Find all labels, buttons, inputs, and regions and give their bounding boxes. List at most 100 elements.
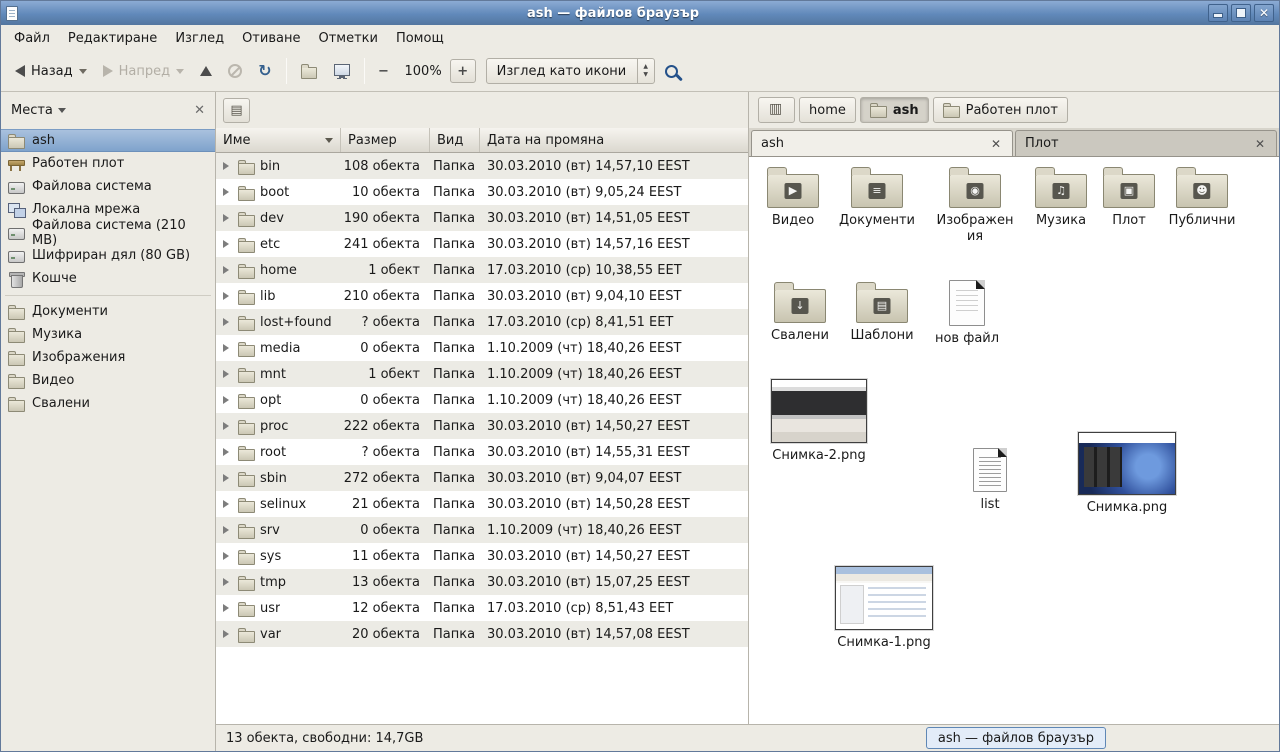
column-header-name[interactable]: Име: [216, 128, 341, 152]
minimize-button[interactable]: [1208, 4, 1228, 22]
table-row[interactable]: usr 12 обекта Папка 17.03.2010 (ср) 8,51…: [216, 595, 748, 621]
icon-view-item[interactable]: нов файл: [925, 280, 1009, 347]
icon-view[interactable]: Видео Документи Изображения: [749, 157, 1279, 724]
icon-view-item[interactable]: list: [948, 448, 1032, 513]
table-row[interactable]: bin 108 обекта Папка 30.03.2010 (вт) 14,…: [216, 153, 748, 179]
place-item[interactable]: Файлова система (210 MB): [1, 221, 215, 244]
place-item[interactable]: Файлова система: [1, 175, 215, 198]
icon-view-item[interactable]: Изображения: [933, 165, 1017, 246]
reload-button[interactable]: ↻: [250, 58, 279, 84]
place-item[interactable]: Музика: [1, 323, 215, 346]
tab-close-button[interactable]: [1253, 137, 1267, 151]
place-item[interactable]: Изображения: [1, 346, 215, 369]
place-item[interactable]: [1, 290, 215, 300]
table-row[interactable]: tmp 13 обекта Папка 30.03.2010 (вт) 15,0…: [216, 569, 748, 595]
close-button[interactable]: [1254, 4, 1274, 22]
column-header-type[interactable]: Вид: [430, 128, 480, 152]
sort-indicator-icon[interactable]: [325, 138, 333, 147]
expander-icon[interactable]: [223, 578, 233, 586]
expander-icon[interactable]: [223, 448, 233, 456]
expander-icon[interactable]: [223, 500, 233, 508]
table-row[interactable]: dev 190 обекта Папка 30.03.2010 (вт) 14,…: [216, 205, 748, 231]
icon-view-item[interactable]: Видео: [751, 165, 835, 229]
table-row[interactable]: media 0 обекта Папка 1.10.2009 (чт) 18,4…: [216, 335, 748, 361]
expander-icon[interactable]: [223, 318, 233, 326]
path-button[interactable]: Работен плот: [933, 97, 1068, 123]
path-button[interactable]: home: [799, 97, 856, 123]
table-row[interactable]: root ? обекта Папка 30.03.2010 (вт) 14,5…: [216, 439, 748, 465]
icon-view-item[interactable]: Свалени: [758, 280, 842, 344]
expander-icon[interactable]: [223, 162, 233, 170]
table-row[interactable]: lost+found ? обекта Папка 17.03.2010 (ср…: [216, 309, 748, 335]
expander-icon[interactable]: [223, 422, 233, 430]
tab-close-button[interactable]: [989, 137, 1003, 151]
expander-icon[interactable]: [223, 396, 233, 404]
forward-button[interactable]: Напред: [95, 58, 192, 85]
icon-view-item[interactable]: Снимка-2.png: [769, 379, 869, 464]
table-row[interactable]: var 20 обекта Папка 30.03.2010 (вт) 14,5…: [216, 621, 748, 647]
view-mode-spinner-icon[interactable]: [637, 59, 654, 83]
tab[interactable]: Плот: [1015, 130, 1277, 156]
table-row[interactable]: sys 11 обекта Папка 30.03.2010 (вт) 14,5…: [216, 543, 748, 569]
table-row[interactable]: etc 241 обекта Папка 30.03.2010 (вт) 14,…: [216, 231, 748, 257]
path-button[interactable]: [758, 97, 795, 123]
table-row[interactable]: lib 210 обекта Папка 30.03.2010 (вт) 9,0…: [216, 283, 748, 309]
column-header-modified[interactable]: Дата на промяна: [480, 128, 748, 152]
menu-item[interactable]: Отметки: [309, 27, 386, 50]
expander-icon[interactable]: [223, 526, 233, 534]
expander-icon[interactable]: [223, 292, 233, 300]
place-item[interactable]: Документи: [1, 300, 215, 323]
menu-item[interactable]: Редактиране: [59, 27, 166, 50]
expander-icon[interactable]: [223, 370, 233, 378]
maximize-button[interactable]: [1231, 4, 1251, 22]
table-row[interactable]: srv 0 обекта Папка 1.10.2009 (чт) 18,40,…: [216, 517, 748, 543]
expander-icon[interactable]: [223, 266, 233, 274]
place-item[interactable]: Свалени: [1, 392, 215, 415]
expander-icon[interactable]: [223, 630, 233, 638]
table-row[interactable]: proc 222 обекта Папка 30.03.2010 (вт) 14…: [216, 413, 748, 439]
icon-view-item[interactable]: Снимка.png: [1077, 432, 1177, 516]
place-item[interactable]: Видео: [1, 369, 215, 392]
expander-icon[interactable]: [223, 188, 233, 196]
expander-icon[interactable]: [223, 344, 233, 352]
table-row[interactable]: selinux 21 обекта Папка 30.03.2010 (вт) …: [216, 491, 748, 517]
computer-button[interactable]: [325, 58, 358, 84]
place-item[interactable]: Кошче: [1, 267, 215, 290]
expander-icon[interactable]: [223, 474, 233, 482]
place-item[interactable]: ash: [1, 129, 215, 152]
expander-icon[interactable]: [223, 214, 233, 222]
expander-icon[interactable]: [223, 240, 233, 248]
places-dropdown-icon[interactable]: [58, 108, 66, 117]
table-row[interactable]: sbin 272 обекта Папка 30.03.2010 (вт) 9,…: [216, 465, 748, 491]
up-button[interactable]: [192, 60, 220, 82]
pane-toggle-button[interactable]: [223, 98, 250, 123]
search-button[interactable]: [655, 57, 692, 86]
menu-item[interactable]: Файл: [5, 27, 59, 50]
menu-item[interactable]: Изглед: [166, 27, 233, 50]
view-mode-select[interactable]: Изглед като икони: [486, 58, 655, 84]
table-row[interactable]: home 1 обект Папка 17.03.2010 (ср) 10,38…: [216, 257, 748, 283]
icon-view-item[interactable]: Документи: [835, 165, 919, 229]
table-row[interactable]: boot 10 обекта Папка 30.03.2010 (вт) 9,0…: [216, 179, 748, 205]
icon-view-item[interactable]: Публични: [1160, 165, 1244, 229]
expander-icon[interactable]: [223, 552, 233, 560]
place-item[interactable]: Работен плот: [1, 152, 215, 175]
places-close-button[interactable]: [194, 103, 205, 118]
icon-view-item[interactable]: Шаблони: [840, 280, 924, 344]
table-row[interactable]: mnt 1 обект Папка 1.10.2009 (чт) 18,40,2…: [216, 361, 748, 387]
place-item[interactable]: Шифриран дял (80 GB): [1, 244, 215, 267]
column-header-size[interactable]: Размер: [341, 128, 430, 152]
taskbar-window-button[interactable]: ash — файлов браузър: [926, 727, 1106, 749]
icon-view-item[interactable]: Снимка-1.png: [834, 566, 934, 651]
menu-item[interactable]: Отиване: [233, 27, 309, 50]
expander-icon[interactable]: [223, 604, 233, 612]
table-row[interactable]: opt 0 обекта Папка 1.10.2009 (чт) 18,40,…: [216, 387, 748, 413]
menu-item[interactable]: Помощ: [387, 27, 453, 50]
tab[interactable]: ash: [751, 130, 1013, 156]
icon-view-item[interactable]: Плот: [1087, 165, 1171, 229]
zoom-in-button[interactable]: +: [450, 59, 476, 83]
zoom-out-button[interactable]: −: [371, 59, 397, 83]
path-button[interactable]: ash: [860, 97, 929, 123]
back-button[interactable]: Назад: [7, 58, 95, 85]
back-history-chevron-icon[interactable]: [79, 69, 87, 78]
